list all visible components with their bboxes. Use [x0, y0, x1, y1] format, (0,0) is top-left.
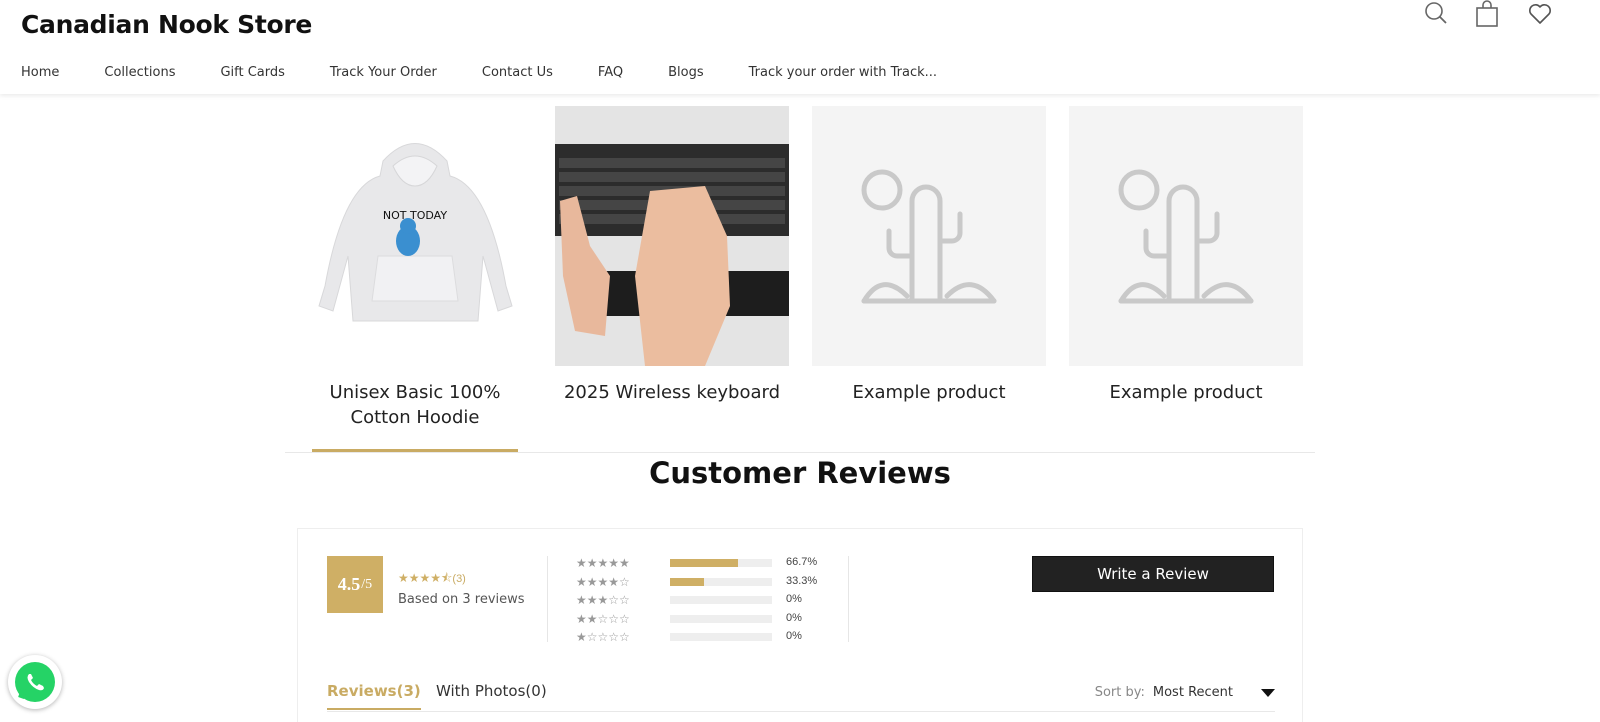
product-card[interactable]: 2025 Wireless keyboard: [555, 106, 789, 405]
nav-faq[interactable]: FAQ: [598, 65, 623, 80]
distribution-percent: 33.3%: [786, 574, 818, 587]
distribution-stars: ★★★☆☆: [576, 593, 630, 607]
distribution-row: ★★☆☆☆ 0%: [576, 612, 836, 631]
nav-collections[interactable]: Collections: [104, 65, 175, 80]
distribution-bar-fill: [670, 559, 739, 567]
store-logo[interactable]: Canadian Nook Store: [21, 10, 312, 39]
distribution-stars: ★★★★★: [576, 556, 630, 570]
distribution-bar: [670, 559, 772, 567]
tab-reviews[interactable]: Reviews(3): [327, 682, 421, 710]
product-card[interactable]: NOT TODAY Unisex Basic 100% Cotton Hoodi…: [298, 106, 532, 430]
sort-value[interactable]: Most Recent: [1153, 685, 1233, 700]
rating-distribution: ★★★★★ 66.7% ★★★★☆ 33.3% ★★★☆☆ 0% ★★☆☆☆ 0% ★☆☆☆☆ 0…: [576, 556, 836, 649]
sort-dropdown[interactable]: Sort by: Most Recent: [1095, 685, 1275, 700]
distribution-percent: 0%: [786, 611, 802, 624]
based-on-text: Based on 3 reviews: [398, 592, 525, 607]
reviews-heading: Customer Reviews: [649, 456, 951, 490]
sort-label: Sort by:: [1094, 685, 1145, 700]
chevron-down-icon[interactable]: [1261, 688, 1275, 697]
rating-summary: ★★★★⯪(3) Based on 3 reviews: [398, 569, 525, 607]
product-image-keyboard[interactable]: [555, 106, 789, 366]
review-count: (3): [452, 573, 466, 585]
distribution-row: ★★★★☆ 33.3%: [576, 575, 836, 594]
reviews-panel: 4.5/5 ★★★★⯪(3) Based on 3 reviews ★★★★★ 6…: [297, 528, 1303, 722]
distribution-percent: 66.7%: [786, 556, 818, 568]
nav-contact-us[interactable]: Contact Us: [482, 65, 553, 80]
distribution-bar: [670, 633, 772, 641]
rating-score: 4.5: [337, 574, 361, 594]
distribution-percent: 0%: [786, 630, 802, 642]
product-card[interactable]: Example product: [812, 106, 1046, 405]
distribution-bar: [670, 577, 772, 586]
search-icon[interactable]: [1423, 0, 1451, 28]
nav-track-with-track[interactable]: Track your order with Track...: [749, 65, 937, 80]
distribution-bar: [670, 614, 772, 623]
wishlist-heart-icon[interactable]: [1526, 0, 1554, 28]
distribution-bar-fill: [670, 577, 704, 586]
product-image-placeholder[interactable]: [1069, 106, 1303, 366]
whatsapp-chat-button[interactable]: [8, 655, 62, 709]
nav-blogs[interactable]: Blogs: [668, 65, 704, 80]
distribution-stars: ★★☆☆☆: [576, 611, 630, 626]
distribution-row: ★★★★★ 66.7%: [576, 556, 836, 575]
nav-home[interactable]: Home: [21, 65, 59, 80]
distribution-row: ★★★☆☆ 0%: [576, 593, 836, 612]
main-nav: Home Collections Gift Cards Track Your O…: [21, 65, 982, 80]
tab-with-photos[interactable]: With Photos(0): [436, 682, 547, 700]
write-review-button[interactable]: Write a Review: [1032, 556, 1274, 592]
rating-score-badge: 4.5/5: [327, 556, 383, 613]
product-card[interactable]: Example product: [1069, 106, 1303, 405]
distribution-stars: ★☆☆☆☆: [576, 630, 630, 644]
product-title[interactable]: Example product: [1069, 380, 1303, 405]
product-title[interactable]: 2025 Wireless keyboard: [555, 380, 789, 405]
product-title[interactable]: Example product: [812, 380, 1046, 405]
rating-stars: ★★★★⯪: [398, 571, 453, 585]
distribution-bar: [670, 596, 772, 604]
site-header: Canadian Nook Store Home Collections Gif…: [0, 0, 1600, 94]
svg-text:NOT TODAY: NOT TODAY: [383, 209, 447, 222]
product-image-placeholder[interactable]: [812, 106, 1046, 366]
product-title[interactable]: Unisex Basic 100% Cotton Hoodie: [298, 380, 532, 430]
whatsapp-icon: [15, 662, 55, 702]
rating-max: /5: [361, 576, 373, 592]
nav-gift-cards[interactable]: Gift Cards: [220, 65, 284, 80]
product-image-hoodie[interactable]: NOT TODAY: [298, 106, 532, 366]
distribution-row: ★☆☆☆☆ 0%: [576, 630, 836, 649]
divider: [547, 556, 548, 642]
divider: [285, 452, 1315, 453]
divider: [848, 556, 849, 642]
distribution-stars: ★★★★☆: [576, 574, 630, 589]
cart-icon[interactable]: [1474, 0, 1502, 28]
product-grid: NOT TODAY Unisex Basic 100% Cotton Hoodi…: [0, 106, 1600, 456]
distribution-percent: 0%: [786, 593, 802, 605]
review-tabs: Reviews(3) With Photos(0) Sort by: Most …: [327, 682, 1275, 712]
nav-track-your-order[interactable]: Track Your Order: [330, 65, 437, 80]
